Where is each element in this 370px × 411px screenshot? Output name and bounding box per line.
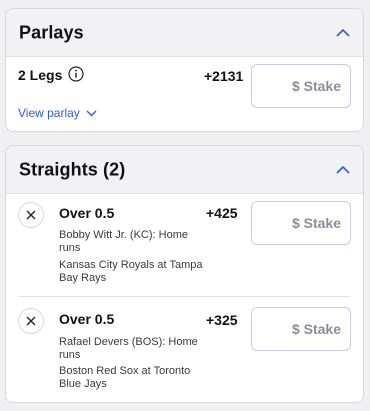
bet-player-line: runs — [59, 242, 81, 254]
bet-stake-input[interactable] — [251, 201, 351, 245]
legs-count-label: 2 Legs — [18, 67, 63, 83]
view-parlay-label: View parlay — [18, 106, 80, 120]
remove-bet-button[interactable] — [18, 308, 44, 334]
bet-player-line: Rafael Devers (BOS): Home — [59, 336, 198, 348]
bet-game: Kansas City Royals at Tampa Bay Rays — [59, 259, 209, 285]
chevron-up-icon[interactable] — [336, 165, 350, 174]
bet-title: Over 0.5 — [59, 205, 115, 221]
chevron-up-icon[interactable] — [336, 28, 350, 37]
parlay-stake-input[interactable] — [251, 64, 351, 108]
bet-stake-input[interactable] — [251, 307, 351, 351]
close-icon — [26, 316, 36, 326]
chevron-down-icon — [86, 110, 97, 116]
parlay-odds: +2131 — [204, 68, 244, 84]
bet-odds: +325 — [206, 312, 238, 328]
bet-player-market: Bobby Witt Jr. (KC): Home runs — [59, 229, 209, 255]
parlays-title: Parlays — [19, 22, 84, 42]
bet-game-line: Bay Rays — [59, 272, 107, 284]
parlays-header[interactable]: Parlays — [6, 9, 363, 57]
remove-bet-button[interactable] — [18, 202, 44, 228]
straights-title: Straights (2) — [19, 159, 126, 179]
bet-game-line: Boston Red Sox at Toronto — [59, 365, 191, 377]
bet-divider — [19, 296, 350, 297]
bet-player-line: Bobby Witt Jr. (KC): Home — [59, 229, 188, 241]
bet-game-line: Blue Jays — [59, 378, 107, 390]
parlays-card: Parlays 2 Legs +2131 View parlay — [5, 8, 364, 132]
straights-card: Straights (2) Over 0.5 +425 Bobby Witt J… — [5, 145, 364, 403]
bet-player-market: Rafael Devers (BOS): Home runs — [59, 336, 209, 362]
bet-title: Over 0.5 — [59, 311, 115, 327]
bet-game-line: Kansas City Royals at Tampa — [59, 259, 203, 271]
close-icon — [26, 210, 36, 220]
bet-odds: +425 — [206, 205, 238, 221]
bet-player-line: runs — [59, 349, 81, 361]
bet-game: Boston Red Sox at Toronto Blue Jays — [59, 365, 209, 391]
view-parlay-link[interactable]: View parlay — [18, 106, 97, 120]
straights-header[interactable]: Straights (2) — [6, 146, 363, 194]
info-icon[interactable] — [68, 66, 84, 82]
